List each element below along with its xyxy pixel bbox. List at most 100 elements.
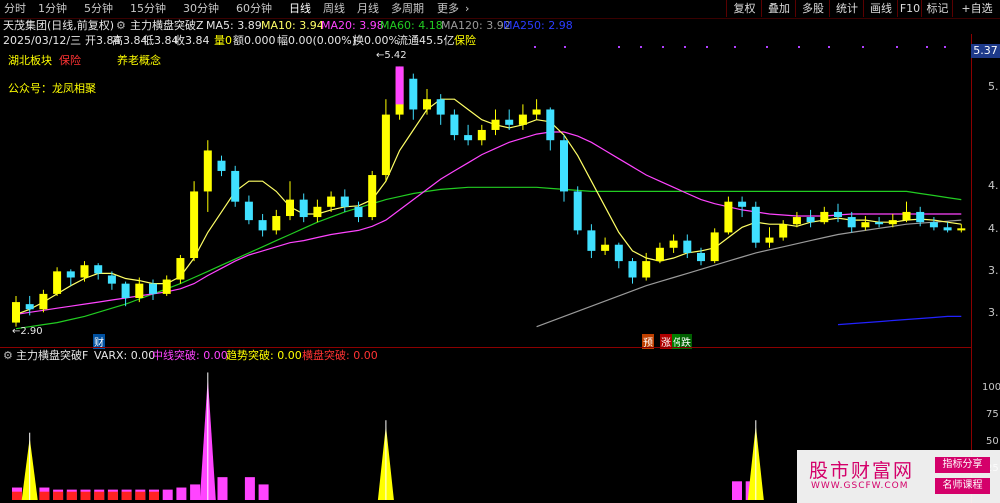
candle-body (94, 265, 103, 274)
candle-body (450, 114, 459, 136)
indicator-red-bar (12, 491, 22, 500)
candle-body (505, 119, 514, 125)
indicator-red-bar (107, 491, 118, 500)
candle-body (162, 279, 171, 294)
top-marker-dot (926, 46, 928, 48)
price-tick: 4. (988, 222, 999, 235)
candle-body (464, 135, 473, 141)
candle-body (834, 211, 842, 218)
candle-body (354, 206, 363, 218)
top-marker-dot (734, 46, 736, 48)
trend-breakout-value: 趋势突破: 0.00 (226, 349, 302, 362)
candle-body (313, 206, 322, 218)
candle-body (66, 271, 75, 278)
candle-body (847, 217, 856, 228)
candle-body (409, 78, 418, 110)
candle-body (655, 247, 664, 262)
candle-body (943, 227, 952, 231)
top-marker-dot (534, 46, 536, 48)
indicator-red-bar (53, 491, 64, 500)
candle-body (560, 140, 568, 192)
candle-body (628, 261, 637, 278)
indicator-bar (162, 489, 173, 500)
candle-body (765, 237, 774, 243)
top-marker-dot (944, 46, 946, 48)
candle-body (875, 222, 884, 225)
indicator-gear-icon[interactable]: ⚙ (3, 348, 13, 363)
candle-body (39, 293, 48, 310)
ma250-line (837, 315, 962, 326)
sector-tag: 保险 (59, 54, 81, 67)
candle-body (286, 199, 294, 217)
indicator-red-bar (135, 491, 146, 500)
high-price-label: ←5.42 (376, 50, 407, 61)
candle-body (669, 240, 678, 248)
candle-body (231, 170, 240, 202)
candle-body (957, 228, 966, 231)
indicator-share-button[interactable]: 指标分享 (935, 457, 990, 473)
candle-body (573, 191, 582, 231)
indicator-bar (176, 487, 187, 500)
candle-body (683, 240, 692, 253)
top-marker-dot (640, 46, 642, 48)
candle-body (340, 196, 349, 207)
candle-body (710, 232, 719, 262)
ma10-line (15, 98, 962, 315)
indicator-pink-bar (732, 481, 742, 500)
candle-body (861, 222, 870, 228)
varx-value: VARX: 0.00 (94, 349, 156, 362)
price-tick: 5. (988, 80, 999, 93)
candle-body (738, 201, 747, 207)
top-marker-dot (828, 46, 830, 48)
candle-body (751, 206, 760, 243)
site-watermark: 股市财富网 WWW.GSCFW.COM 指标分享 名师课程 (797, 450, 1000, 503)
candle-body (491, 119, 500, 130)
candle-body (477, 129, 486, 141)
ind-tick: 75 (986, 409, 999, 420)
flat-breakout-value: 横盘突破: 0.00 (302, 349, 378, 362)
indicator-bar (217, 477, 228, 500)
mid-breakout-value: 中线突破: 0.00 (152, 349, 228, 362)
candle-body (272, 216, 281, 231)
indicator-red-bar (66, 491, 77, 500)
candle-body (381, 114, 390, 176)
candle-body (546, 109, 555, 141)
kline-chart[interactable] (0, 0, 1000, 503)
candle-body (12, 302, 20, 323)
candle-body (135, 283, 144, 298)
sector-label: 湖北板块 (8, 54, 52, 67)
top-marker-dot (862, 46, 864, 48)
candle-body (53, 271, 62, 294)
indicator-name[interactable]: 主力横盘突破F (16, 348, 88, 363)
candle-body (176, 258, 185, 280)
indicator-red-bar (94, 491, 105, 500)
candle-body (888, 220, 897, 225)
top-marker-dot (896, 46, 898, 48)
candle-body (902, 211, 911, 221)
candle-body (258, 220, 267, 231)
candle-body (436, 99, 445, 115)
current-price-badge: 5.37 (971, 44, 1000, 58)
candle-body (80, 265, 89, 278)
teacher-course-button[interactable]: 名师课程 (935, 478, 990, 494)
indicator-bar (258, 484, 269, 500)
candle-body (779, 224, 788, 238)
limit-up-candle (395, 66, 404, 105)
candle-body (368, 175, 377, 218)
price-tick: 3. (988, 306, 999, 319)
candle-body (217, 160, 226, 171)
top-marker-dot (798, 46, 800, 48)
candle-body (601, 244, 610, 251)
ind-tick: 100 (982, 382, 1000, 393)
wechat-label: 公众号：龙凤相聚 (8, 82, 96, 95)
candle-body (614, 244, 623, 262)
price-tick: 4. (988, 179, 999, 192)
top-marker-dot (662, 46, 664, 48)
candle-body (916, 211, 925, 223)
indicator-red-bar (39, 491, 50, 500)
candle-body (190, 191, 199, 259)
ma120-line (536, 219, 962, 328)
candle-body (820, 211, 829, 223)
candle-body (25, 304, 34, 310)
ma60-line (15, 186, 962, 330)
